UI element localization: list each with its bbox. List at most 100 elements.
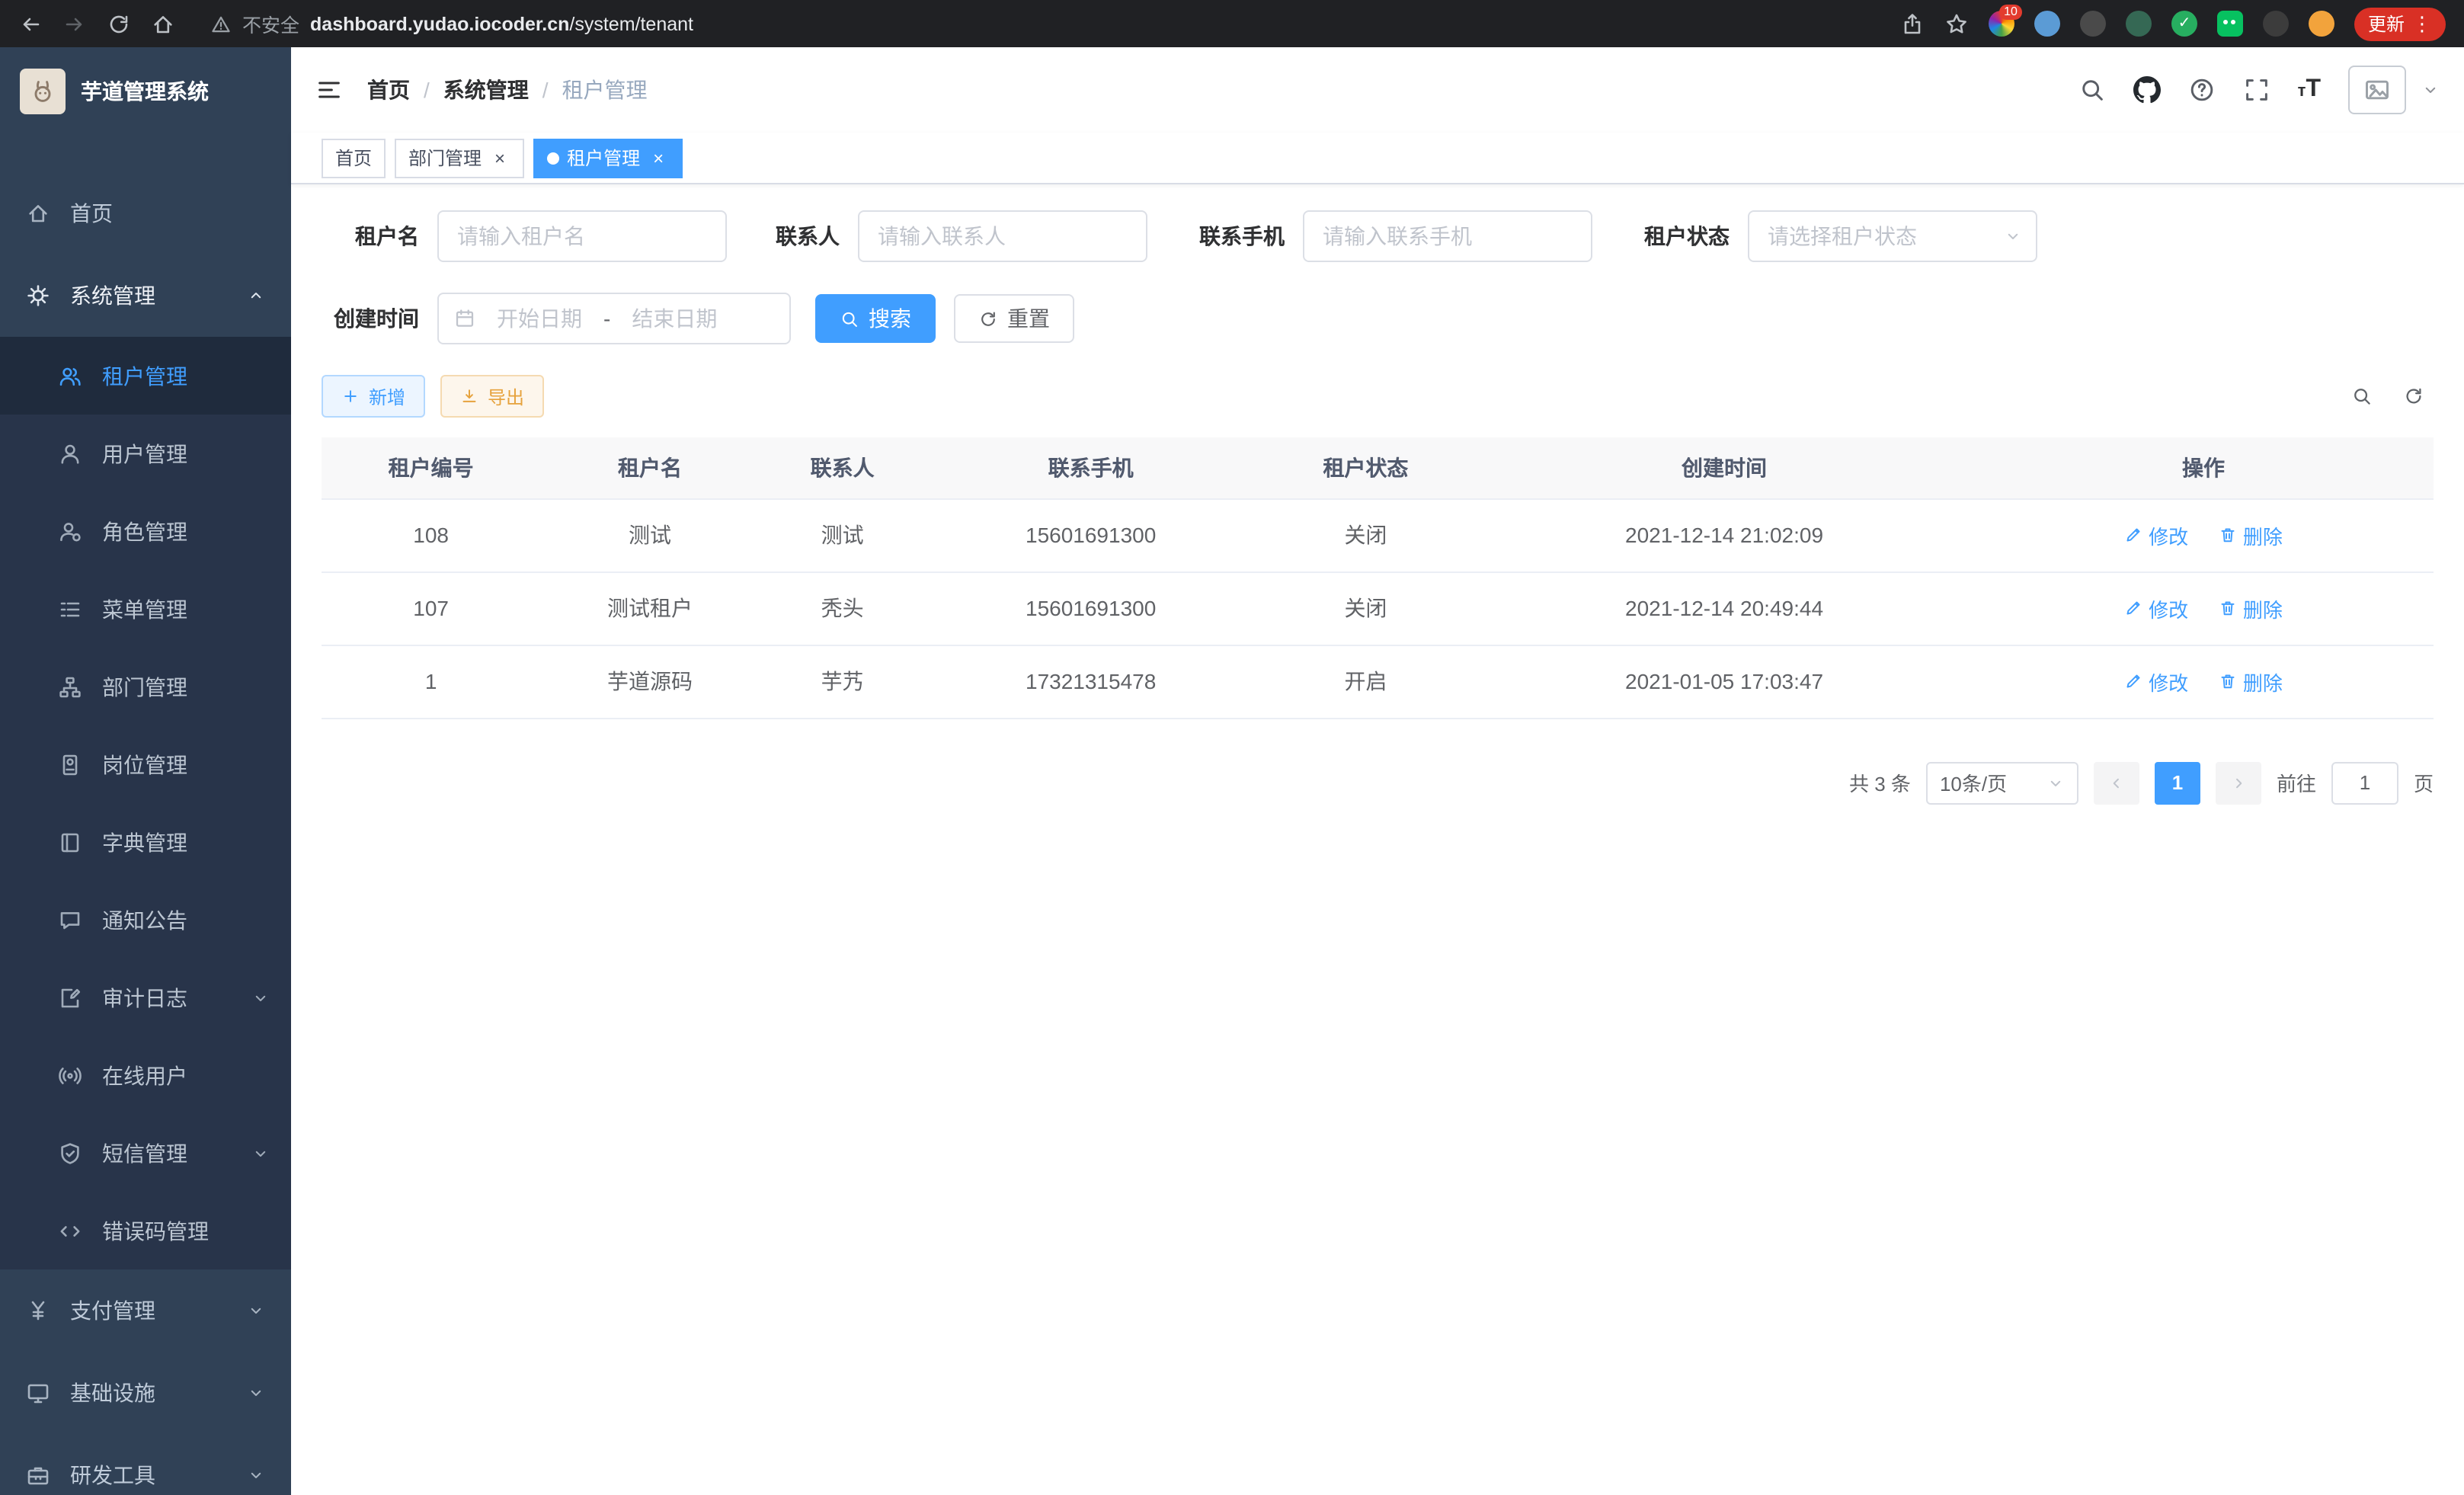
prev-page-button[interactable] — [2094, 761, 2139, 804]
start-date-input[interactable] — [485, 305, 594, 332]
close-icon[interactable] — [489, 147, 510, 168]
add-button-label: 新增 — [369, 383, 405, 409]
edit-button[interactable]: 修改 — [2124, 520, 2188, 549]
sidebar-item-dict[interactable]: 字典管理 — [0, 803, 291, 881]
update-label: 更新 — [2368, 11, 2405, 37]
extension-icon[interactable] — [2034, 11, 2060, 37]
extension-icon[interactable] — [2126, 11, 2152, 37]
avatar[interactable] — [2348, 66, 2406, 114]
extension-icon[interactable] — [2263, 11, 2289, 37]
create-time-range-picker[interactable]: - — [437, 293, 791, 344]
delete-button[interactable]: 删除 — [2219, 520, 2283, 549]
breadcrumb-item[interactable]: 系统管理 — [443, 75, 529, 105]
extension-icon[interactable] — [2217, 11, 2243, 37]
browser-home-icon[interactable] — [151, 11, 175, 36]
search-button-label: 搜索 — [869, 303, 911, 334]
trash-icon — [2219, 599, 2237, 617]
breadcrumb-item[interactable]: 首页 — [367, 75, 410, 105]
search-button[interactable]: 搜索 — [815, 294, 936, 343]
table-header-row: 租户编号 租户名 联系人 联系手机 租户状态 创建时间 操作 — [322, 437, 2434, 498]
sidebar-item-tenant[interactable]: 租户管理 — [0, 337, 291, 415]
browser-menu-icon[interactable] — [2412, 11, 2432, 36]
reload-icon[interactable] — [107, 11, 131, 36]
sidebar-item-errcode[interactable]: 错误码管理 — [0, 1192, 291, 1269]
refresh-table-icon[interactable] — [2403, 386, 2424, 407]
help-icon[interactable] — [2188, 76, 2216, 104]
contact-input[interactable] — [858, 210, 1147, 262]
end-date-input[interactable] — [619, 305, 729, 332]
delete-button[interactable]: 删除 — [2219, 594, 2283, 623]
sidebar-item-label: 字典管理 — [102, 827, 187, 857]
browser-update-button[interactable]: 更新 — [2354, 7, 2446, 40]
chevron-down-icon — [247, 1301, 265, 1320]
app-logo[interactable]: 芋道管理系统 — [0, 47, 291, 136]
forward-icon[interactable] — [62, 11, 87, 36]
breadcrumb-item-current: 租户管理 — [562, 75, 648, 105]
cell-contact: 芋艿 — [760, 645, 926, 718]
tab-tenant[interactable]: 租户管理 — [533, 138, 683, 178]
tab-dept[interactable]: 部门管理 — [395, 138, 524, 178]
sidebar-item-infra[interactable]: 基础设施 — [0, 1352, 291, 1434]
cell-created: 2021-12-14 20:49:44 — [1475, 571, 1973, 645]
export-button-label: 导出 — [488, 383, 524, 409]
reset-button[interactable]: 重置 — [954, 294, 1074, 343]
sidebar-item-sms[interactable]: 短信管理 — [0, 1114, 291, 1192]
next-page-button[interactable] — [2216, 761, 2261, 804]
sidebar-item-pay[interactable]: 支付管理 — [0, 1269, 291, 1352]
close-icon[interactable] — [648, 147, 669, 168]
goto-page-input[interactable] — [2331, 761, 2398, 804]
sidebar-item-dept[interactable]: 部门管理 — [0, 648, 291, 725]
security-label[interactable]: 不安全 — [242, 9, 299, 38]
bookmark-star-icon[interactable] — [1944, 11, 1969, 36]
address-bar[interactable]: 不安全 dashboard.yudao.iocoder.cn/system/te… — [210, 9, 693, 38]
sidebar-item-user[interactable]: 用户管理 — [0, 415, 291, 492]
sidebar-item-label: 租户管理 — [102, 360, 187, 391]
chevron-down-icon — [247, 1384, 265, 1402]
extension-icon[interactable] — [2171, 11, 2197, 37]
share-icon[interactable] — [1900, 11, 1925, 36]
sidebar-item-online[interactable]: 在线用户 — [0, 1036, 291, 1114]
tenant-status-select[interactable]: 请选择租户状态 — [1748, 210, 2037, 262]
delete-button[interactable]: 删除 — [2219, 667, 2283, 696]
sidebar-item-home[interactable]: 首页 — [0, 172, 291, 255]
edit-icon — [2124, 599, 2142, 617]
export-button[interactable]: 导出 — [440, 375, 544, 418]
sidebar-item-post[interactable]: 岗位管理 — [0, 725, 291, 803]
header-search-icon[interactable] — [2078, 76, 2106, 104]
toggle-search-icon[interactable] — [2351, 386, 2373, 407]
fullscreen-icon[interactable] — [2243, 76, 2270, 104]
tab-home[interactable]: 首页 — [322, 138, 386, 178]
cell-status: 开启 — [1256, 645, 1475, 718]
sidebar-collapse-icon[interactable] — [315, 76, 343, 104]
filter-label: 租户名 — [322, 221, 419, 251]
page-size-select[interactable]: 10条/页 — [1926, 761, 2078, 804]
sidebar-item-audit[interactable]: 审计日志 — [0, 959, 291, 1036]
pagination: 共 3 条 10条/页 1 前往 页 — [322, 761, 2434, 804]
range-separator: - — [603, 306, 610, 331]
extension-icon[interactable] — [2080, 11, 2106, 37]
app-title: 芋道管理系统 — [81, 76, 209, 107]
sidebar-item-notice[interactable]: 通知公告 — [0, 881, 291, 959]
sidebar-item-role[interactable]: 角色管理 — [0, 492, 291, 570]
font-size-icon[interactable] — [2298, 76, 2321, 104]
mobile-input[interactable] — [1303, 210, 1592, 262]
extension-icon[interactable] — [2309, 11, 2334, 37]
add-button[interactable]: 新增 — [322, 375, 425, 418]
edit-button[interactable]: 修改 — [2124, 594, 2188, 623]
cell-mobile: 15601691300 — [926, 498, 1256, 571]
sidebar-item-system[interactable]: 系统管理 — [0, 255, 291, 337]
sidebar-item-menu[interactable]: 菜单管理 — [0, 570, 291, 648]
tenant-name-input[interactable] — [437, 210, 727, 262]
github-icon[interactable] — [2133, 76, 2161, 104]
edit-icon — [2124, 526, 2142, 544]
sidebar-item-devtools[interactable]: 研发工具 — [0, 1434, 291, 1495]
chevron-left-icon — [2107, 773, 2126, 792]
active-dot — [547, 152, 559, 164]
back-icon[interactable] — [18, 11, 43, 36]
edit-button[interactable]: 修改 — [2124, 667, 2188, 696]
chevron-down-icon[interactable] — [2421, 81, 2440, 99]
current-page-button[interactable]: 1 — [2155, 761, 2200, 804]
sidebar-item-label: 岗位管理 — [102, 749, 187, 780]
extension-icon[interactable]: 10 — [1989, 11, 2014, 37]
cell-tenant-id: 107 — [322, 571, 540, 645]
